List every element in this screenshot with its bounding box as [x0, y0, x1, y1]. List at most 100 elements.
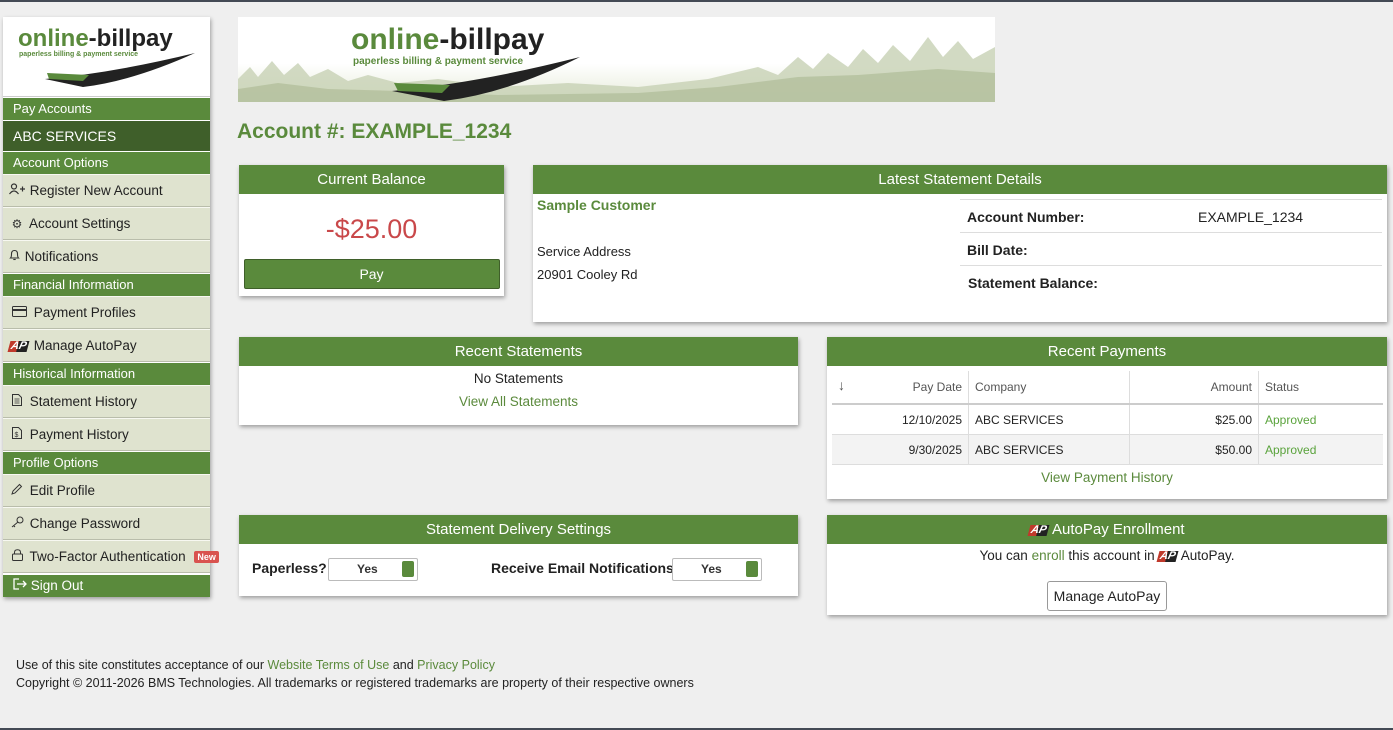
account-number-value: EXAMPLE_1234	[1198, 209, 1304, 225]
sidebar-item-label: Payment Profiles	[33, 305, 136, 320]
sidebar-item-edit-profile[interactable]: Edit Profile	[3, 474, 210, 507]
sort-arrow-icon[interactable]: ↓	[838, 377, 845, 393]
account-number-label: Account Number:	[967, 209, 1085, 225]
recent-payments-header: Recent Payments	[827, 337, 1387, 366]
latest-statement-header: Latest Statement Details	[533, 165, 1387, 194]
status-cell: Approved	[1258, 434, 1383, 465]
current-balance-header: Current Balance	[239, 165, 504, 194]
recent-payments-table: ↓ Pay Date Company Amount Status 12/10/2…	[832, 371, 1383, 465]
sidebar-item-abc-services[interactable]: ABC SERVICES	[3, 120, 210, 151]
amount-cell: $50.00	[1129, 434, 1259, 465]
view-payment-history-link[interactable]: View Payment History	[1041, 470, 1173, 485]
footer: Use of this site constitutes acceptance …	[16, 656, 694, 692]
pay-date-cell: 9/30/2025	[832, 434, 969, 465]
enroll-link[interactable]: enroll	[1032, 548, 1065, 563]
sidebar-item-label: Notifications	[24, 249, 99, 264]
pencil-icon	[8, 476, 26, 507]
recent-statements-header: Recent Statements	[239, 337, 798, 366]
sidebar-header-financial-information: Financial Information	[3, 273, 210, 296]
delivery-settings-card: Statement Delivery Settings Paperless? Y…	[239, 515, 798, 596]
gear-icon: ⚙	[11, 217, 23, 231]
service-address-label: Service Address	[537, 244, 631, 259]
toggle-knob	[402, 561, 414, 577]
manage-autopay-button[interactable]: Manage AutoPay	[1047, 581, 1167, 611]
terms-of-use-link[interactable]: Website Terms of Use	[268, 658, 390, 672]
pay-button[interactable]: Pay	[243, 259, 500, 289]
sidebar-item-label: Register New Account	[29, 183, 163, 198]
sidebar: online-billpay paperless billing & payme…	[3, 17, 219, 597]
key-icon	[8, 509, 26, 540]
sidebar-item-register-new-account[interactable]: Register New Account	[3, 174, 210, 207]
latest-statement-card: Latest Statement Details Sample Customer…	[533, 165, 1387, 322]
sidebar-item-payment-profiles[interactable]: Payment Profiles	[3, 296, 210, 329]
sidebar-item-label: Two-Factor Authentication	[29, 549, 186, 564]
sign-out-button[interactable]: Sign Out	[3, 573, 210, 597]
column-company[interactable]: Company	[968, 371, 1130, 405]
autopay-logo-icon: AP	[1156, 549, 1180, 562]
no-statements-text: No Statements	[473, 371, 564, 386]
add-user-icon	[8, 176, 26, 207]
table-row: 9/30/2025 ABC SERVICES $50.00 Approved	[832, 434, 1383, 465]
sidebar-item-payment-history[interactable]: $ Payment History	[3, 418, 210, 451]
logo-wordmark: online-billpay	[18, 25, 173, 52]
column-pay-date[interactable]: ↓ Pay Date	[832, 371, 969, 405]
recent-statements-card: Recent Statements No Statements View All…	[239, 337, 798, 425]
autopay-header: AP AutoPay Enrollment	[827, 515, 1387, 544]
bill-date-row: Bill Date:	[960, 232, 1382, 266]
receipt-icon: $	[8, 420, 26, 451]
sidebar-item-manage-autopay[interactable]: AP Manage AutoPay	[3, 329, 210, 362]
privacy-policy-link[interactable]: Privacy Policy	[417, 658, 495, 672]
page-title: Account #: EXAMPLE_1234	[237, 120, 512, 143]
sidebar-logo[interactable]: online-billpay paperless billing & payme…	[3, 17, 210, 97]
sidebar-item-account-settings[interactable]: ⚙ Account Settings	[3, 207, 210, 240]
sidebar-item-notifications[interactable]: Notifications	[3, 240, 210, 273]
sidebar-header-pay-accounts[interactable]: Pay Accounts	[3, 97, 210, 120]
autopay-text: You can enroll this account in AP AutoPa…	[979, 548, 1235, 563]
email-notifications-toggle[interactable]: Yes	[672, 558, 762, 581]
statement-balance-row: Statement Balance:	[960, 265, 1382, 299]
company-cell: ABC SERVICES	[968, 434, 1130, 465]
banner-swoosh-icon	[392, 57, 580, 101]
account-number-row: Account Number: EXAMPLE_1234	[960, 199, 1382, 233]
table-header-row: ↓ Pay Date Company Amount Status	[832, 371, 1383, 405]
credit-card-icon	[8, 298, 30, 329]
sidebar-header-account-options: Account Options	[3, 151, 210, 174]
sidebar-item-label: Manage AutoPay	[33, 338, 137, 353]
sign-out-icon	[13, 578, 31, 593]
bill-date-label: Bill Date:	[967, 242, 1028, 258]
lock-icon	[8, 542, 26, 573]
pay-date-cell: 12/10/2025	[832, 404, 969, 435]
sidebar-item-change-password[interactable]: Change Password	[3, 507, 210, 540]
sidebar-item-label: Change Password	[29, 516, 141, 531]
sign-out-label: Sign Out	[30, 578, 84, 593]
logo-swoosh-icon	[45, 53, 195, 87]
paperless-toggle[interactable]: Yes	[328, 558, 418, 581]
recent-payments-card: Recent Payments ↓ Pay Date Company Amoun…	[827, 337, 1387, 499]
paperless-label: Paperless?	[252, 560, 327, 576]
balance-amount: -$25.00	[325, 214, 418, 244]
sidebar-item-label: Payment History	[29, 427, 129, 442]
copyright-text: Copyright © 2011-2026 BMS Technologies. …	[16, 676, 694, 690]
autopay-header-label: AutoPay Enrollment	[1052, 521, 1185, 538]
status-cell: Approved	[1258, 404, 1383, 435]
new-badge: New	[194, 550, 219, 563]
table-row: 12/10/2025 ABC SERVICES $25.00 Approved	[832, 404, 1383, 435]
sidebar-header-historical-information: Historical Information	[3, 362, 210, 385]
sidebar-item-label: Statement History	[29, 394, 138, 409]
svg-text:$: $	[15, 432, 19, 439]
column-status[interactable]: Status	[1258, 371, 1383, 405]
sidebar-item-label: Account Settings	[29, 216, 131, 231]
sidebar-item-statement-history[interactable]: Statement History	[3, 385, 210, 418]
bell-icon	[8, 242, 21, 273]
statement-balance-label: Statement Balance:	[968, 275, 1098, 291]
header-banner: online-billpay paperless billing & payme…	[238, 17, 995, 102]
statement-details-table: Account Number: EXAMPLE_1234 Bill Date: …	[960, 199, 1382, 299]
email-toggle-value: Yes	[701, 562, 722, 576]
sidebar-item-two-factor[interactable]: Two-Factor Authentication New	[3, 540, 219, 573]
view-all-statements-link[interactable]: View All Statements	[459, 394, 578, 409]
toggle-knob	[746, 561, 758, 577]
amount-cell: $25.00	[1129, 404, 1259, 435]
column-amount[interactable]: Amount	[1129, 371, 1259, 405]
customer-name: Sample Customer	[537, 197, 657, 213]
paperless-toggle-value: Yes	[357, 562, 378, 576]
